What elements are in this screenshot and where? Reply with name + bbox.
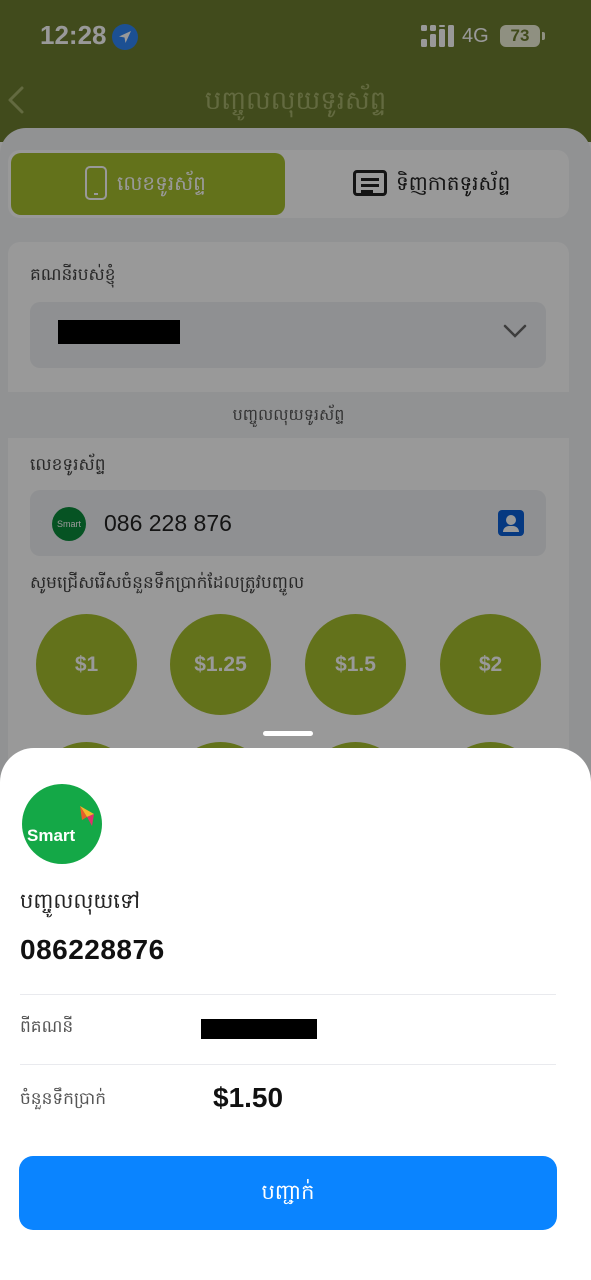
confirm-sheet: Smart បញ្ចូលលុយទៅ 086228876 ពីគណនី ចំនួន…: [0, 748, 591, 1280]
redacted-account: [201, 1019, 317, 1039]
divider: [20, 994, 556, 995]
topup-to-number: 086228876: [20, 934, 165, 965]
topup-to-label: បញ្ចូលលុយទៅ: [20, 889, 140, 913]
smart-logo: Smart: [22, 784, 102, 864]
confirm-button[interactable]: បញ្ជាក់: [19, 1156, 557, 1230]
from-account-label: ពីគណនី: [20, 1017, 74, 1037]
smart-mark-icon: [80, 806, 94, 826]
smart-logo-text: Smart: [27, 826, 76, 845]
sheet-drag-handle[interactable]: [263, 731, 313, 736]
amount-value: $1.50: [213, 1082, 284, 1113]
divider: [20, 1064, 556, 1065]
amount-label: ចំនួនទឹកប្រាក់: [20, 1089, 106, 1109]
